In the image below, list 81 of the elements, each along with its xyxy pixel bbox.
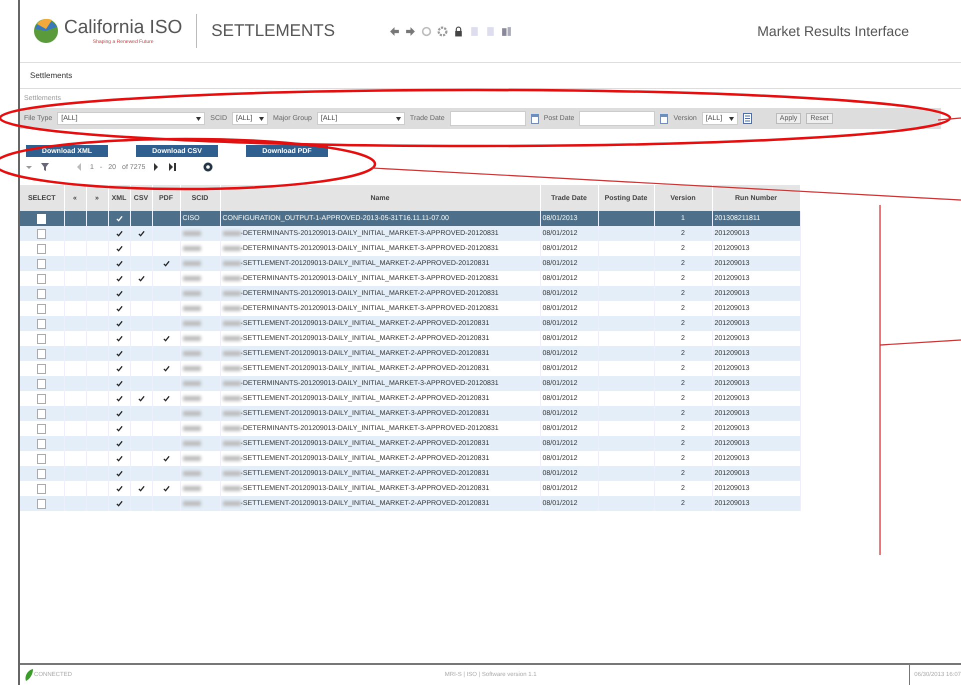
redacted-text [222,366,240,371]
redacted-text [222,486,240,491]
row-checkbox[interactable] [37,304,46,314]
leaf-icon [24,668,34,682]
redacted-text [182,410,200,416]
redacted-text [182,290,200,296]
row-checkbox[interactable] [37,468,46,478]
redacted-text [182,320,200,326]
settings-icon[interactable] [437,26,448,36]
row-checkbox[interactable] [37,364,46,374]
redacted-text [182,500,200,506]
last-page-icon[interactable] [167,162,178,172]
redacted-text [182,456,200,461]
redacted-text [182,276,200,281]
redacted-text [222,261,240,266]
document-icon[interactable] [485,26,496,36]
row-checkbox[interactable] [37,258,46,268]
logo-text: California ISO [64,17,182,39]
redacted-text [222,231,240,236]
redacted-text [182,246,200,251]
redacted-text [222,351,240,356]
calendar-icon[interactable] [530,114,539,124]
row-checkbox[interactable] [37,334,46,344]
redacted-text [182,366,200,371]
redacted-text [182,306,200,311]
app-title: SETTLEMENTS [211,21,336,41]
redacted-text [222,306,240,311]
forward-arrow-icon[interactable] [405,26,416,36]
interface-title: Market Results Interface [757,23,909,39]
redacted-text [222,456,240,461]
list-icon[interactable] [742,113,752,124]
redacted-text [182,336,200,341]
redacted-text [182,380,200,386]
date-field[interactable] [579,111,656,126]
redacted-text [182,260,200,266]
row-checkbox[interactable] [37,244,46,254]
row-checkbox[interactable] [37,288,46,298]
row-checkbox[interactable] [37,498,46,508]
redacted-text [222,396,240,401]
redacted-text [182,440,200,446]
row-checkbox[interactable] [37,394,46,404]
row-checkbox[interactable] [37,378,46,388]
dropdown-arrow-icon [196,116,202,120]
annotation-line [938,117,961,121]
row-checkbox[interactable] [37,438,46,448]
row-checkbox[interactable] [37,454,46,464]
back-arrow-icon[interactable] [389,26,400,36]
redacted-text [222,336,240,341]
redacted-text [222,501,240,506]
redacted-text [222,426,240,431]
calendar-icon[interactable] [660,114,668,124]
dropdown-arrow-icon [259,116,264,120]
lock-icon[interactable] [453,26,464,36]
redacted-text [222,471,240,476]
nav-tab[interactable]: Settlements [30,71,72,80]
redacted-text [222,441,240,446]
row-checkbox[interactable] [37,484,46,494]
redacted-text [182,426,200,431]
date-field[interactable] [450,111,526,126]
document-icon[interactable] [469,26,480,36]
redacted-text [182,230,200,236]
redacted-text [182,396,200,401]
filter-icon[interactable] [40,162,50,172]
row-checkbox[interactable] [37,274,46,284]
dropdown-arrow-icon [728,116,734,120]
redacted-text [222,411,240,416]
row-checkbox[interactable] [37,318,46,328]
row-checkbox[interactable] [37,408,46,418]
redacted-text [222,291,240,296]
redacted-text [182,350,200,356]
row-checkbox[interactable] [37,348,46,358]
logo-icon [32,17,60,45]
redacted-text [222,246,240,251]
row-checkbox[interactable] [37,424,46,434]
redacted-text [222,321,240,326]
dropdown-arrow-icon [396,116,401,120]
row-checkbox[interactable] [37,228,46,238]
redacted-text [222,276,240,281]
redacted-text [222,381,240,386]
redacted-text [182,486,200,491]
redacted-text [182,470,200,476]
